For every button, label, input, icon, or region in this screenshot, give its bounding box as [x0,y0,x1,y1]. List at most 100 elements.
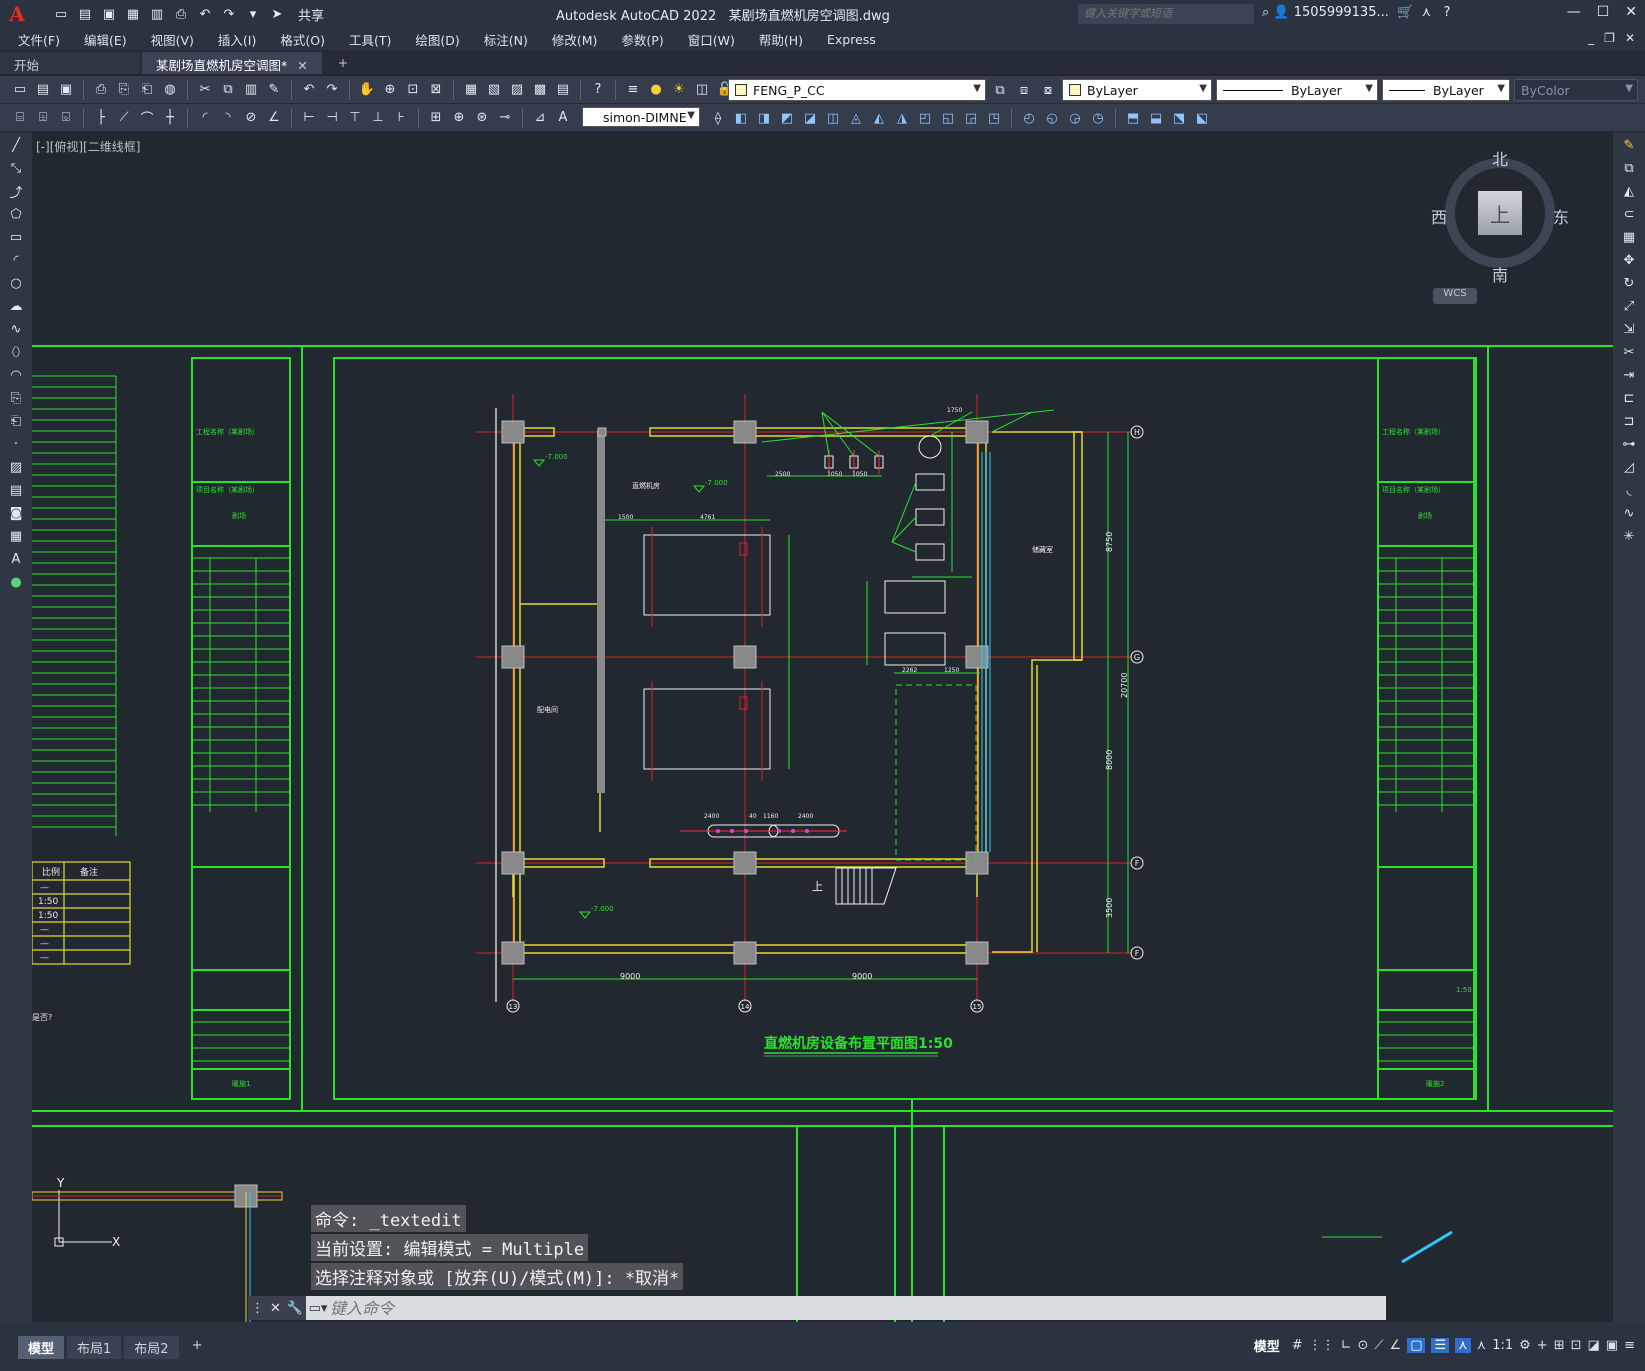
undo-icon[interactable]: ↶ [196,5,214,23]
save-icon[interactable]: ▣ [100,5,118,23]
3d-sweep-icon[interactable]: ◳ [984,108,1004,128]
menu-item[interactable]: 格式(O) [268,30,337,49]
linetype-dropdown[interactable]: ByLayer ▼ [1216,79,1378,101]
new-icon[interactable]: ▭ [10,80,30,100]
section-icon[interactable]: ⬓ [1146,108,1166,128]
3d-extrude-icon[interactable]: ◱ [938,108,958,128]
qdim-icon[interactable]: ⌸ [10,108,30,128]
layer-manager-icon[interactable]: ≡ [623,80,643,100]
construction-line-icon[interactable]: ⤡ [6,158,26,178]
plot-icon[interactable]: ⎙ [172,5,190,23]
grid-icon[interactable]: # [1292,1338,1303,1353]
insert-block-icon[interactable]: ⎘ [6,388,26,408]
ellipse-arc-icon[interactable]: ◠ [6,365,26,385]
doc-minimize-button[interactable]: _ [1588,31,1594,45]
interfere-icon[interactable]: ◷ [1088,108,1108,128]
mtext-icon[interactable]: A [6,549,26,569]
autocad-logo-icon[interactable]: A [0,0,34,28]
dim-edit-icon[interactable]: ⌺ [56,108,76,128]
sheet-set-icon[interactable]: ▩ [530,80,550,100]
tab-start[interactable]: 开始 [0,52,140,74]
autodesk-app-icon[interactable]: ⋏ [1417,5,1432,20]
make-block-icon[interactable]: ⎗ [6,411,26,431]
customize-wrench-icon[interactable]: 🔧 [287,1301,303,1316]
layer-dropdown[interactable]: FENG_P_CC ▼ [728,79,986,101]
gradient-icon[interactable]: ▤ [6,480,26,500]
redo-icon[interactable]: ↷ [220,5,238,23]
copy-object-icon[interactable]: ⧉ [1619,158,1639,178]
circle-icon[interactable]: ○ [6,273,26,293]
arc-length-icon[interactable]: ⌒ [137,108,157,128]
union-icon[interactable]: ◴ [1019,108,1039,128]
make-current-layer-icon[interactable]: ⧉ [990,80,1010,100]
menu-item[interactable]: 编辑(E) [72,30,139,49]
transparency-icon[interactable]: ⋏ [1455,1338,1471,1353]
new-file-icon[interactable]: ▭ [52,5,70,23]
menu-item[interactable]: 文件(F) [0,30,72,49]
undo-icon[interactable]: ↶ [299,80,319,100]
quick-dim-icon[interactable]: ⊢ [299,108,319,128]
share-button[interactable]: 共享 [298,5,324,24]
tab-current-drawing[interactable]: 某剧场直燃机房空调图* ✕ [142,52,322,74]
calculator-icon[interactable]: ▤ [553,80,573,100]
model-space-toggle[interactable]: 模型 [1254,1336,1280,1355]
menu-item[interactable]: 插入(I) [206,30,268,49]
help-icon[interactable]: ? [588,80,608,100]
minimize-button[interactable]: — [1567,4,1581,20]
3d-wedge-icon[interactable]: ◨ [754,108,774,128]
maximize-button[interactable]: ☐ [1597,4,1610,20]
viewcube-south[interactable]: 南 [1492,262,1508,286]
diameter-icon[interactable]: ⊘ [241,108,261,128]
chamfer-icon[interactable]: ◿ [1619,457,1639,477]
layout-tab-model[interactable]: 模型 [18,1336,65,1359]
jogged-linear-icon[interactable]: ⊸ [495,108,515,128]
publish-icon[interactable]: ⎗ [137,80,157,100]
join-icon[interactable]: ⊶ [1619,434,1639,454]
extend-icon[interactable]: ⇥ [1619,365,1639,385]
add-selected-icon[interactable]: ● [6,572,26,592]
menu-item[interactable]: 绘图(D) [403,30,471,49]
subtract-icon[interactable]: ◵ [1042,108,1062,128]
ellipse-icon[interactable]: ⬯ [6,342,26,362]
web-icon[interactable]: ◍ [160,80,180,100]
viewcube-top-face[interactable]: 上 [1478,191,1522,235]
intersect-icon[interactable]: ◶ [1065,108,1085,128]
3d-torus-icon[interactable]: ◬ [846,108,866,128]
command-window-grip[interactable]: ⋮ ✕ 🔧 [248,1296,306,1320]
workspace-gear-icon[interactable]: ⚙ [1519,1338,1531,1353]
layout-tab-2[interactable]: 布局2 [124,1336,179,1359]
region-icon[interactable]: ◙ [6,503,26,523]
print-icon[interactable]: ⎙ [91,80,111,100]
inspect-icon[interactable]: ⊛ [472,108,492,128]
properties-icon[interactable]: ▦ [461,80,481,100]
polar-icon[interactable]: ⊙ [1358,1338,1369,1353]
center-mark-icon[interactable]: ⊕ [449,108,469,128]
blend-icon[interactable]: ∿ [1619,503,1639,523]
point-icon[interactable]: · [6,434,26,454]
lineweight-dropdown[interactable]: ByLayer ▼ [1382,79,1510,101]
polygon-icon[interactable]: ⬠ [6,204,26,224]
tool-palettes-icon[interactable]: ▨ [507,80,527,100]
trim-icon[interactable]: ✂ [1619,342,1639,362]
isodraft-icon[interactable]: ⟋ [1374,1338,1383,1353]
dimstyle-dropdown[interactable]: simon-DIMNE ▼ [582,107,700,127]
pan-icon[interactable]: ✋ [357,80,377,100]
layer-on-icon[interactable]: ● [646,80,666,100]
menu-item[interactable]: 窗口(W) [676,30,747,49]
break-at-point-icon[interactable]: ⊏ [1619,388,1639,408]
paste-icon[interactable]: ▥ [241,80,261,100]
menu-item[interactable]: 视图(V) [139,30,206,49]
redo-icon[interactable]: ↷ [322,80,342,100]
table-icon[interactable]: ▦ [6,526,26,546]
tolerance-icon[interactable]: ⊞ [426,108,446,128]
menu-item[interactable]: 标注(N) [472,30,540,49]
command-prompt-icon[interactable]: ▭▾ [306,1301,330,1316]
share-icon[interactable]: ➤ [268,5,286,23]
flatten-icon[interactable]: ⬔ [1169,108,1189,128]
search-icon[interactable]: ⌕ [1262,5,1269,20]
help-icon[interactable]: ? [1435,5,1451,20]
break-icon[interactable]: ⊐ [1619,411,1639,431]
command-line[interactable]: ▭▾ [306,1296,1386,1320]
array-icon[interactable]: ▦ [1619,227,1639,247]
doc-close-button[interactable]: ✕ [1625,31,1635,45]
